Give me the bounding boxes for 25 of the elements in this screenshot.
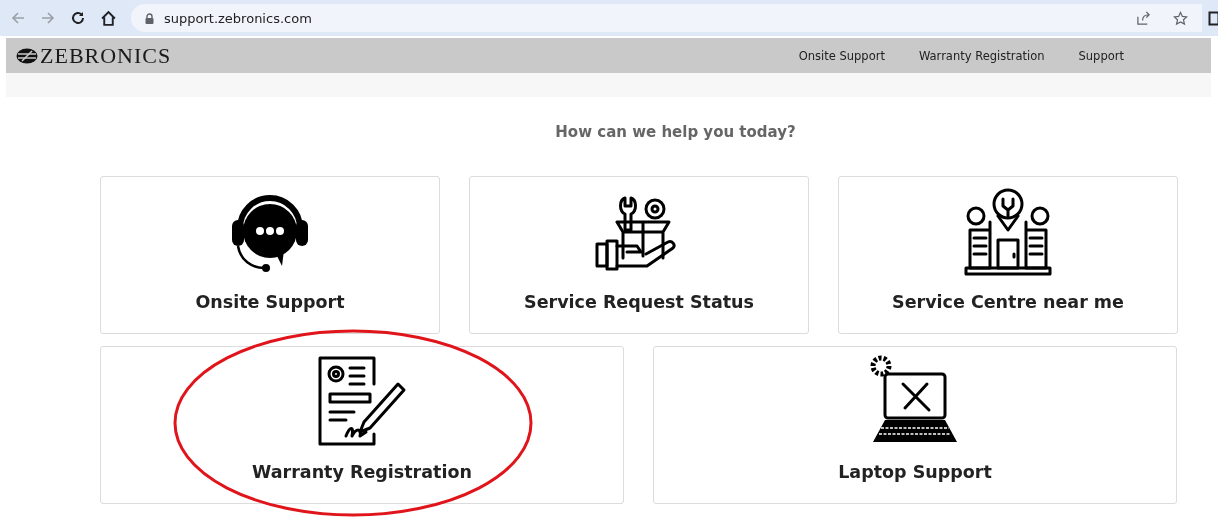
nav-link[interactable]: Support <box>1078 48 1124 63</box>
option-card[interactable]: Laptop Support <box>653 346 1177 504</box>
option-card[interactable]: Warranty Registration <box>100 346 624 504</box>
reload-icon[interactable] <box>70 10 86 26</box>
page-heading: How can we help you today? <box>554 123 797 141</box>
share-icon[interactable] <box>1136 10 1151 26</box>
option-card[interactable]: Onsite Support <box>100 176 440 334</box>
lock-icon <box>145 12 154 24</box>
nav-link[interactable]: Warranty Registration <box>918 48 1045 63</box>
home-icon[interactable] <box>100 9 117 27</box>
card-title: Onsite Support <box>195 292 345 312</box>
star-icon[interactable] <box>1173 10 1188 26</box>
url-text: support.zebronics.com <box>164 10 312 26</box>
option-card[interactable]: Service Centre near me <box>838 176 1178 334</box>
card-title: Service Request Status <box>524 292 754 312</box>
logo-icon <box>16 47 38 64</box>
address-bar[interactable]: support.zebronics.com <box>131 4 1202 32</box>
card-title: Warranty Registration <box>252 462 472 482</box>
window-icon[interactable] <box>1208 10 1218 26</box>
option-card[interactable]: Service Request Status <box>469 176 809 334</box>
card-title: Service Centre near me <box>892 292 1124 312</box>
document-pen-icon <box>316 354 408 446</box>
card-title: Laptop Support <box>838 462 992 482</box>
logo-text: ZEBRONICS <box>40 42 172 69</box>
nav-link[interactable]: Onsite Support <box>798 48 885 63</box>
